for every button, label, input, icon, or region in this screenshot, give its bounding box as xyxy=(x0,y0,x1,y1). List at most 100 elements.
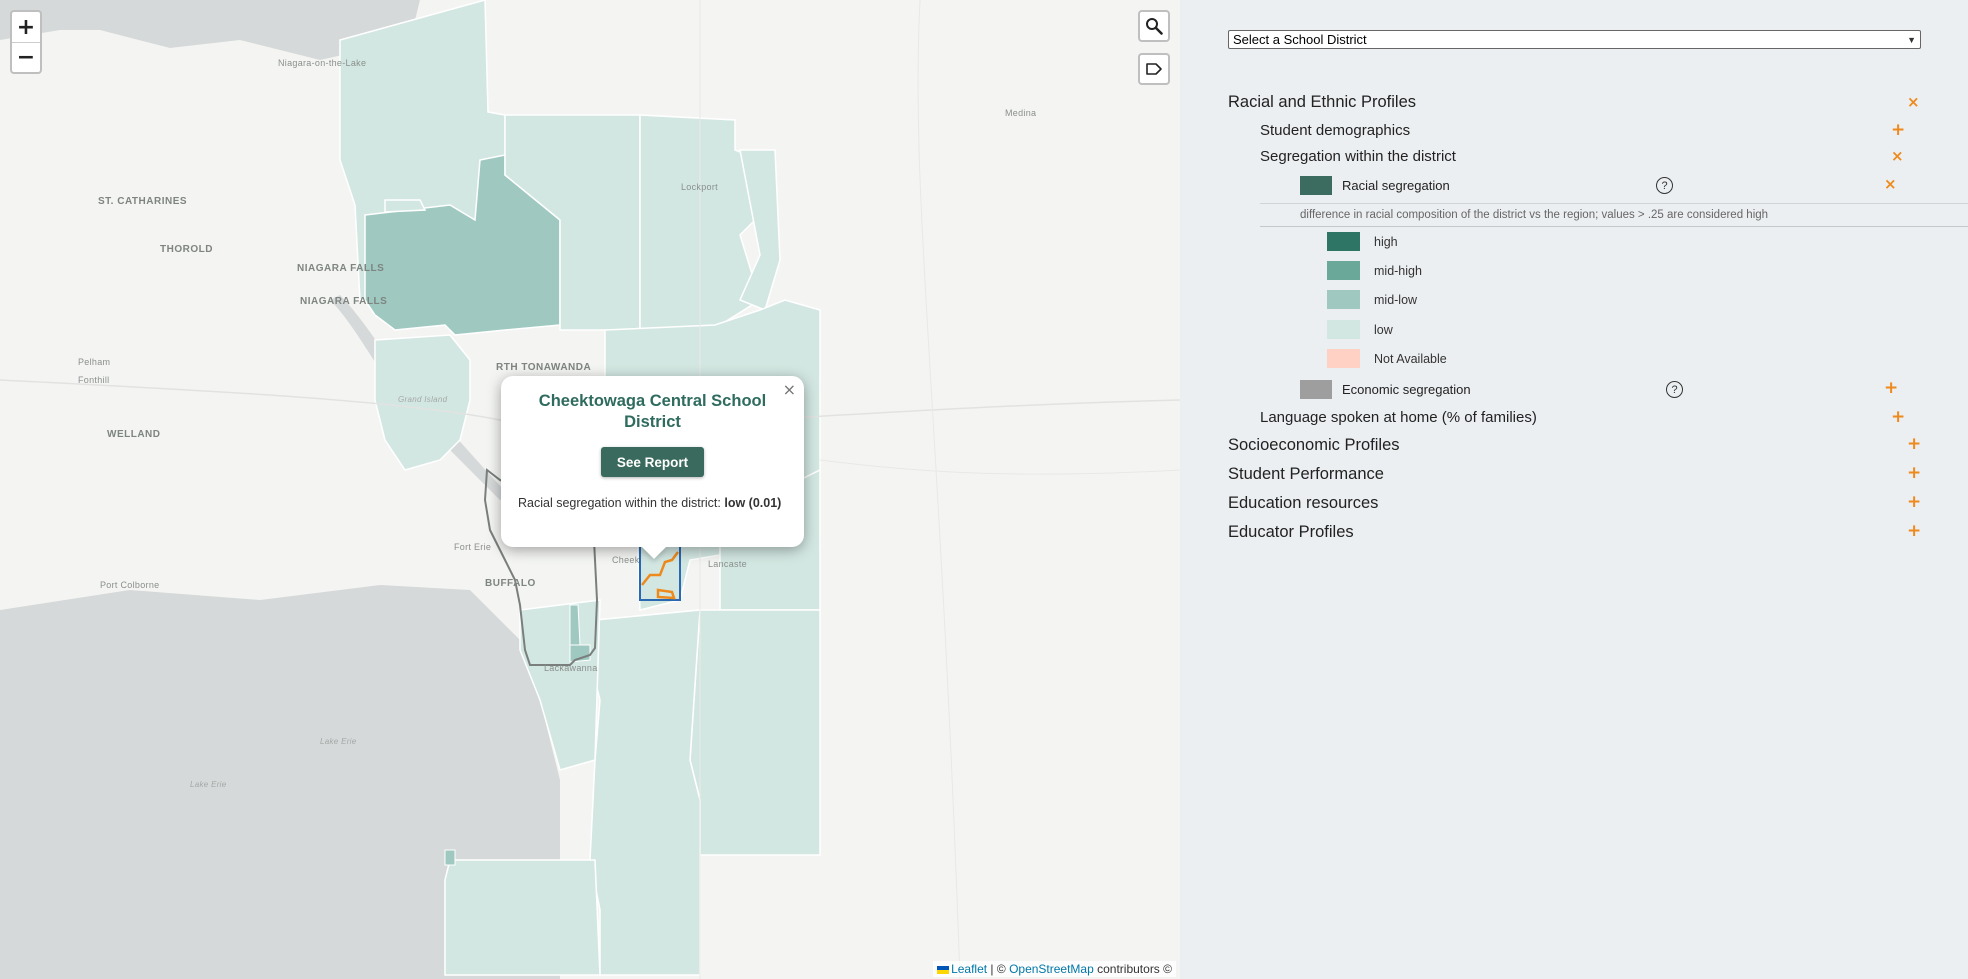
map-label-lake-erie: Lake Erie xyxy=(190,780,227,789)
map-label-pelham: Pelham xyxy=(78,357,111,367)
district-popup: × Cheektowaga Central School District Se… xyxy=(501,376,804,547)
zoom-in-button[interactable]: + xyxy=(12,12,40,42)
map-attribution: Leaflet | © OpenStreetMap contributors © xyxy=(933,961,1176,977)
legend-swatch xyxy=(1327,232,1360,251)
map-label-lockport: Lockport xyxy=(681,182,718,192)
section-educator-profiles[interactable]: Educator Profiles xyxy=(1228,523,1354,542)
map-view[interactable]: Niagara-on-the-Lake ST. CATHARINES THORO… xyxy=(0,0,1180,979)
section-label: Education resources xyxy=(1228,494,1379,512)
collapse-racial-ethnic-profiles-icon[interactable]: × xyxy=(1907,95,1920,110)
economic-segregation-swatch xyxy=(1300,380,1332,399)
district-polygon[interactable] xyxy=(689,609,821,856)
map-label-welland: WELLAND xyxy=(107,429,161,440)
legend-swatch xyxy=(1327,320,1360,339)
map-label-lackawanna: Lackawanna xyxy=(544,663,598,673)
expand-economic-segregation-icon[interactable]: + xyxy=(1884,380,1898,397)
legend-label: high xyxy=(1374,234,1398,249)
map-label-lancaster: Lancaste xyxy=(708,559,747,569)
expand-student-demographics-icon[interactable]: + xyxy=(1891,122,1905,139)
section-student-demographics[interactable]: Student demographics xyxy=(1260,122,1410,139)
popup-tip xyxy=(641,546,667,559)
popup-info-label: Racial segregation within the district: xyxy=(518,496,725,510)
map-label-thorold: THOROLD xyxy=(160,244,213,255)
map-label-niagara-on-the-lake: Niagara-on-the-Lake xyxy=(278,58,367,68)
section-socioeconomic-profiles[interactable]: Socioeconomic Profiles xyxy=(1228,436,1400,455)
popup-close-button[interactable]: × xyxy=(783,380,796,399)
map-label-niagara-falls-us: NIAGARA FALLS xyxy=(300,296,388,307)
label-icon xyxy=(1146,63,1162,75)
leaflet-link[interactable]: Leaflet xyxy=(951,962,987,976)
map-label-grand-island: Grand Island xyxy=(398,395,448,404)
map-label-buffalo: BUFFALO xyxy=(485,578,536,589)
section-label: Educator Profiles xyxy=(1228,523,1354,541)
search-icon xyxy=(1146,18,1163,35)
district-polygon[interactable] xyxy=(569,604,581,649)
racial-segregation-description: difference in racial composition of the … xyxy=(1260,203,1968,227)
map-label-st-catharines: ST. CATHARINES xyxy=(98,196,188,207)
attribution-suffix: contributors © xyxy=(1093,962,1172,976)
zoom-out-button[interactable]: − xyxy=(12,42,40,72)
school-district-select[interactable]: Select a School District ▼ xyxy=(1228,30,1921,49)
district-polygon[interactable] xyxy=(444,849,456,866)
racial-segregation-swatch xyxy=(1300,176,1332,195)
map-label-lake-erie: Lake Erie xyxy=(320,737,357,746)
ukraine-flag-icon xyxy=(937,965,950,974)
expand-language-spoken-icon[interactable]: + xyxy=(1891,409,1905,426)
legend-item-not-available: Not Available xyxy=(1327,349,1447,368)
map-label-north-tonawanda: RTH TONAWANDA xyxy=(496,362,592,373)
racial-segregation-help-icon[interactable]: ? xyxy=(1656,177,1673,194)
legend-label: Not Available xyxy=(1374,351,1447,366)
section-student-performance[interactable]: Student Performance xyxy=(1228,465,1384,484)
zoom-control: + − xyxy=(10,10,42,74)
chevron-down-icon: ▼ xyxy=(1907,34,1916,45)
district-polygon[interactable] xyxy=(444,859,601,976)
school-district-select-value: Select a School District xyxy=(1233,32,1367,47)
collapse-racial-segregation-icon[interactable]: × xyxy=(1884,177,1897,192)
legend-label: low xyxy=(1374,322,1393,337)
map-label-niagara-falls-ca: NIAGARA FALLS xyxy=(297,263,385,274)
expand-education-resources-icon[interactable]: + xyxy=(1907,494,1921,511)
legend-item-mid-high: mid-high xyxy=(1327,261,1422,280)
section-language-spoken[interactable]: Language spoken at home (% of families) xyxy=(1260,409,1537,426)
map-label-toggle-button[interactable] xyxy=(1138,53,1170,85)
district-polygon[interactable] xyxy=(589,609,701,976)
section-label: Student Performance xyxy=(1228,465,1384,483)
map-label-medina: Medina xyxy=(1005,108,1037,118)
map-label-port-colborne: Port Colborne xyxy=(100,580,160,590)
layer-label: Economic segregation xyxy=(1342,382,1471,397)
legend-label: mid-high xyxy=(1374,263,1422,278)
district-polygon[interactable] xyxy=(384,199,427,213)
attribution-separator: | © xyxy=(987,962,1010,976)
section-segregation[interactable]: Segregation within the district xyxy=(1260,148,1456,165)
openstreetmap-link[interactable]: OpenStreetMap xyxy=(1009,962,1094,976)
map-label-cheektowaga: Cheek xyxy=(612,555,640,565)
expand-educator-profiles-icon[interactable]: + xyxy=(1907,523,1921,540)
expand-socioeconomic-profiles-icon[interactable]: + xyxy=(1907,436,1921,453)
section-education-resources[interactable]: Education resources xyxy=(1228,494,1378,513)
map-label-fort-erie: Fort Erie xyxy=(454,542,492,552)
district-polygon[interactable] xyxy=(569,644,591,663)
legend-label: mid-low xyxy=(1374,292,1418,307)
legend-swatch xyxy=(1327,261,1360,280)
legend-item-mid-low: mid-low xyxy=(1327,290,1417,309)
popup-title: Cheektowaga Central School District xyxy=(538,392,767,431)
layer-racial-segregation[interactable]: Racial segregation xyxy=(1300,176,1450,195)
economic-segregation-help-icon[interactable]: ? xyxy=(1666,381,1683,398)
legend-swatch xyxy=(1327,290,1360,309)
section-label: Student demographics xyxy=(1260,122,1411,139)
legend-item-low: low xyxy=(1327,320,1393,339)
section-label: Segregation within the district xyxy=(1260,148,1456,165)
layer-economic-segregation[interactable]: Economic segregation xyxy=(1300,380,1471,399)
section-racial-ethnic-profiles[interactable]: Racial and Ethnic Profiles xyxy=(1228,93,1416,112)
see-report-button[interactable]: See Report xyxy=(601,447,704,477)
section-label: Racial and Ethnic Profiles xyxy=(1228,93,1417,111)
collapse-segregation-icon[interactable]: × xyxy=(1891,149,1904,164)
map-label-fonthill: Fonthill xyxy=(78,375,110,385)
sidebar: Select a School District ▼ Racial and Et… xyxy=(1180,0,1968,979)
map-search-button[interactable] xyxy=(1138,10,1170,42)
section-label: Socioeconomic Profiles xyxy=(1228,436,1400,454)
section-label: Language spoken at home (% of families) xyxy=(1260,409,1537,426)
expand-student-performance-icon[interactable]: + xyxy=(1907,465,1921,482)
popup-info-value: low (0.01) xyxy=(724,496,782,510)
legend-swatch xyxy=(1327,349,1360,368)
